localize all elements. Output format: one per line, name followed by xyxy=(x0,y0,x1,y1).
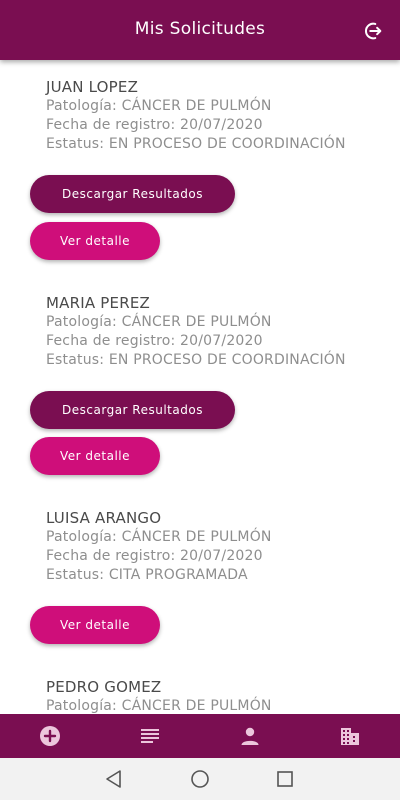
patient-name: JUAN LOPEZ xyxy=(46,78,139,96)
home-circle-icon[interactable] xyxy=(189,768,211,790)
patient-name: MARIA PEREZ xyxy=(46,294,150,312)
view-detail-button[interactable]: Ver detalle xyxy=(30,606,160,644)
patient-name: PEDRO GOMEZ xyxy=(46,678,162,696)
logout-icon[interactable] xyxy=(362,20,384,42)
pathology-text: Patología: CÁNCER DE PULMÓN xyxy=(46,529,272,545)
pathology-text: Patología: CÁNCER DE PULMÓN xyxy=(46,314,272,330)
status-text: Estatus: CITA PROGRAMADA xyxy=(46,567,248,583)
recents-square-icon[interactable] xyxy=(274,768,296,790)
list-icon[interactable] xyxy=(138,724,162,748)
registration-date: Fecha de registro: 20/07/2020 xyxy=(46,333,263,349)
person-icon[interactable] xyxy=(238,724,262,748)
status-text: Estatus: EN PROCESO DE COORDINACIÓN xyxy=(46,352,346,368)
building-icon[interactable] xyxy=(338,724,362,748)
registration-date: Fecha de registro: 20/07/2020 xyxy=(46,117,263,133)
system-navigation-bar xyxy=(0,758,400,800)
app-bar: Mis Solicitudes xyxy=(0,0,400,60)
registration-date: Fecha de registro: 20/07/2020 xyxy=(46,548,263,564)
pathology-text: Patología: CÁNCER DE PULMÓN xyxy=(46,698,272,714)
status-text: Estatus: EN PROCESO DE COORDINACIÓN xyxy=(46,136,346,152)
view-detail-button[interactable]: Ver detalle xyxy=(30,437,160,475)
back-triangle-icon[interactable] xyxy=(103,768,125,790)
page-title: Mis Solicitudes xyxy=(134,19,266,39)
add-circle-icon[interactable] xyxy=(38,724,62,748)
pathology-text: Patología: CÁNCER DE PULMÓN xyxy=(46,98,272,114)
requests-list[interactable]: JUAN LOPEZ Patología: CÁNCER DE PULMÓN F… xyxy=(0,60,400,714)
patient-name: LUISA ARANGO xyxy=(46,509,162,527)
download-results-button[interactable]: Descargar Resultados xyxy=(30,391,235,429)
view-detail-button[interactable]: Ver detalle xyxy=(30,222,160,260)
download-results-button[interactable]: Descargar Resultados xyxy=(30,175,235,213)
bottom-navigation xyxy=(0,714,400,758)
